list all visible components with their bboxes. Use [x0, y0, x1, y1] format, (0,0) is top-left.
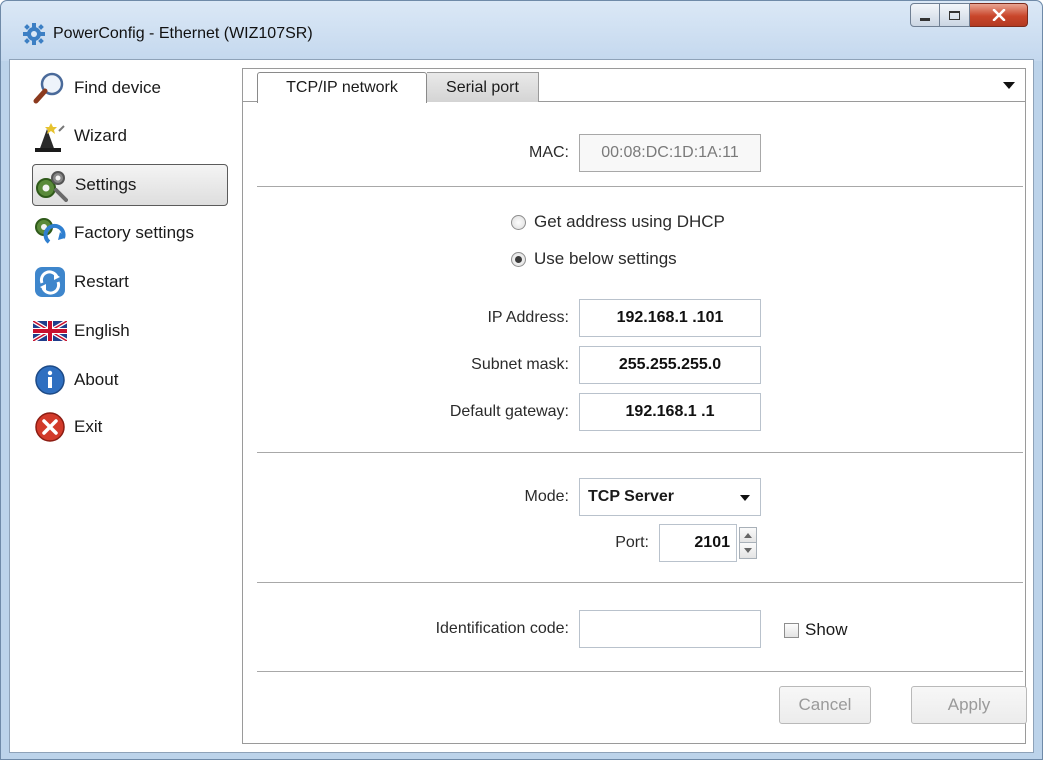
sidebar-item-restart[interactable]: Restart	[32, 261, 228, 303]
sidebar-item-wizard[interactable]: Wizard	[32, 115, 228, 157]
default-gateway-label: Default gateway:	[449, 403, 569, 420]
mode-select[interactable]: TCP Server	[579, 478, 761, 516]
tab-list-dropdown-icon[interactable]	[1003, 82, 1015, 89]
sidebar-item-find-device[interactable]: Find device	[32, 67, 228, 109]
app-window: PowerConfig - Ethernet (WIZ107SR) Find d…	[0, 0, 1043, 760]
mode-select-value: TCP Server	[588, 488, 674, 505]
port-input[interactable]: 2101	[659, 524, 737, 562]
dhcp-radio[interactable]	[511, 214, 526, 230]
apply-button[interactable]: Apply	[911, 686, 1027, 724]
wizard-hat-icon	[32, 118, 68, 154]
subnet-mask-label: Subnet mask:	[471, 356, 569, 373]
tab-serial-port[interactable]: Serial port	[427, 72, 539, 102]
static-radio-option[interactable]: Use below settings	[511, 249, 677, 269]
show-checkbox-option[interactable]: Show	[784, 620, 848, 640]
tab-tcp-ip-network[interactable]: TCP/IP network	[257, 72, 427, 103]
sidebar-item-english[interactable]: English	[32, 310, 228, 352]
sidebar-item-label: Factory settings	[74, 223, 194, 242]
sidebar-item-factory-settings[interactable]: Factory settings	[32, 212, 228, 254]
port-increment-button[interactable]	[739, 527, 757, 543]
separator	[257, 186, 1023, 187]
refresh-icon	[32, 264, 68, 300]
sidebar-item-label: Settings	[75, 175, 137, 194]
arrow-down-icon	[744, 548, 752, 553]
ip-address-label: IP Address:	[487, 309, 569, 326]
mac-field: 00:08:DC:1D:1A:11	[579, 134, 761, 172]
exit-icon	[32, 409, 68, 445]
port-label: Port:	[615, 534, 649, 551]
mac-label: MAC:	[529, 144, 569, 161]
gears-icon	[33, 167, 69, 203]
separator	[257, 582, 1023, 583]
info-icon	[32, 362, 68, 398]
minimize-icon	[920, 17, 930, 21]
separator	[257, 452, 1023, 453]
title-bar[interactable]: PowerConfig - Ethernet (WIZ107SR)	[1, 1, 1042, 61]
dhcp-radio-option[interactable]: Get address using DHCP	[511, 212, 725, 232]
sidebar-item-label: English	[74, 321, 130, 340]
sidebar: Find device Wizard Settings Factory sett…	[10, 60, 236, 752]
close-icon	[992, 9, 1005, 21]
sidebar-item-label: Restart	[74, 272, 129, 291]
sidebar-item-settings[interactable]: Settings	[32, 164, 228, 206]
sidebar-item-label: Exit	[74, 417, 103, 436]
window-controls	[910, 3, 1028, 31]
show-checkbox-label: Show	[805, 620, 848, 639]
factory-reset-icon	[32, 215, 68, 251]
cancel-button[interactable]: Cancel	[779, 686, 871, 724]
tab-strip: TCP/IP network Serial port	[243, 69, 1025, 103]
settings-panel: TCP/IP network Serial port MAC: 00:08:DC…	[242, 68, 1027, 744]
subnet-mask-input[interactable]: 255.255.255.0	[579, 346, 761, 384]
client-area: Find device Wizard Settings Factory sett…	[9, 59, 1034, 753]
show-checkbox[interactable]	[784, 622, 799, 638]
gear-icon	[23, 23, 45, 45]
magnifier-icon	[32, 70, 68, 106]
uk-flag-icon	[32, 313, 68, 349]
close-button[interactable]	[970, 3, 1028, 27]
static-radio[interactable]	[511, 251, 526, 267]
sidebar-item-label: Find device	[74, 78, 161, 97]
dhcp-radio-label: Get address using DHCP	[534, 212, 725, 231]
maximize-button[interactable]	[940, 3, 970, 27]
minimize-button[interactable]	[910, 3, 940, 27]
sidebar-item-label: About	[74, 370, 119, 389]
port-stepper[interactable]	[739, 527, 757, 559]
sidebar-item-label: Wizard	[74, 126, 127, 145]
separator	[257, 671, 1023, 672]
ip-address-input[interactable]: 192.168.1 .101	[579, 299, 761, 337]
sidebar-item-about[interactable]: About	[32, 359, 228, 401]
sidebar-item-exit[interactable]: Exit	[32, 406, 228, 448]
chevron-down-icon	[740, 495, 750, 501]
maximize-icon	[949, 10, 960, 20]
mode-label: Mode:	[524, 488, 569, 505]
arrow-up-icon	[744, 532, 752, 538]
default-gateway-input[interactable]: 192.168.1 .1	[579, 393, 761, 431]
identification-code-input[interactable]	[579, 610, 761, 648]
port-decrement-button[interactable]	[739, 543, 757, 559]
window-title: PowerConfig - Ethernet (WIZ107SR)	[53, 25, 313, 42]
static-radio-label: Use below settings	[534, 249, 677, 268]
identification-code-label: Identification code:	[435, 620, 569, 637]
